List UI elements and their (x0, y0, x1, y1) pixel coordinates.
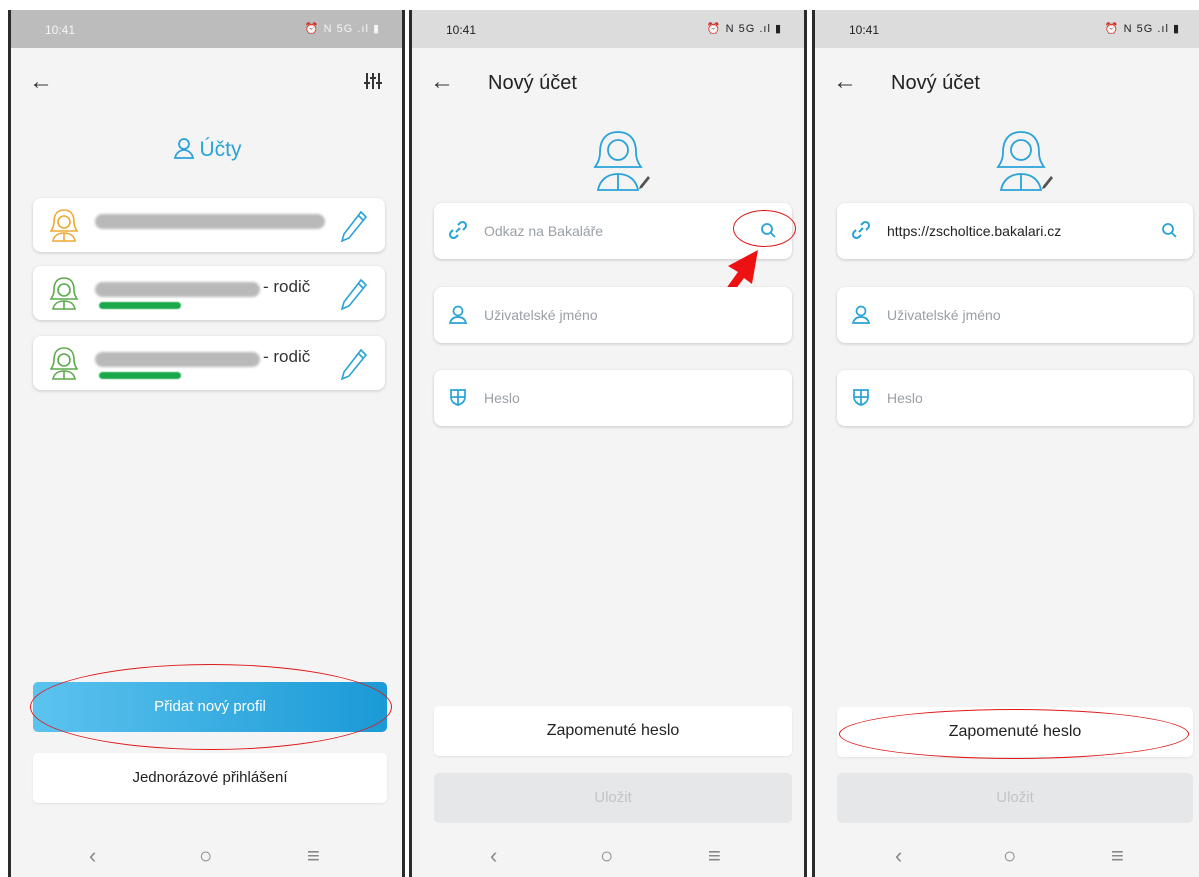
password-placeholder: Heslo (887, 390, 923, 406)
username-field[interactable]: Uživatelské jméno (434, 287, 792, 343)
avatar-icon[interactable] (588, 128, 654, 199)
blurred-account-name (95, 352, 260, 367)
edit-pencil-icon[interactable] (341, 348, 367, 380)
new-account-screen-filled: 10:41 ⏰ N 5G .ıl ▮ ← Nový účet https://z… (812, 10, 1199, 877)
password-field[interactable]: Heslo (434, 370, 792, 426)
url-field-placeholder: Odkaz na Bakaláře (484, 223, 604, 239)
username-field[interactable]: Uživatelské jméno (837, 287, 1193, 343)
search-icon[interactable] (1161, 222, 1177, 238)
edit-pencil-icon[interactable] (341, 278, 367, 310)
shield-icon (450, 389, 466, 406)
system-navbar: ‹ ○ ≡ (11, 839, 402, 877)
blurred-school-bar (99, 372, 181, 379)
nav-home-icon[interactable]: ○ (600, 843, 613, 869)
edit-pencil-icon[interactable] (341, 210, 367, 242)
annotation-ellipse (733, 210, 796, 247)
link-icon (448, 220, 468, 240)
save-button[interactable]: Uložit (837, 773, 1193, 823)
avatar-icon (49, 347, 79, 380)
sliders-icon[interactable] (364, 72, 382, 95)
username-placeholder: Uživatelské jméno (887, 307, 1001, 323)
annotation-ellipse (30, 664, 392, 750)
page-title: Nový účet (488, 72, 577, 94)
status-icons: ⏰ N 5G .ıl ▮ (706, 23, 782, 35)
account-card[interactable] (33, 198, 385, 252)
user-icon (851, 305, 871, 324)
blurred-account-name (95, 282, 260, 297)
link-icon (851, 220, 871, 240)
shield-icon (853, 389, 869, 406)
blurred-school-bar (99, 302, 181, 309)
account-card[interactable]: - rodič (33, 336, 385, 390)
account-role: - rodič (263, 277, 311, 296)
accounts-screen: 10:41 ⏰ N 5G .ıl ▮ ← Účty - rodič - rodi… (8, 10, 405, 877)
new-account-screen: 10:41 ⏰ N 5G .ıl ▮ ← Nový účet Odkaz na … (409, 10, 807, 877)
annotation-ellipse (839, 709, 1189, 759)
forgot-password-button[interactable]: Zapomenuté heslo (434, 706, 792, 756)
status-icons: ⏰ N 5G .ıl ▮ (1104, 23, 1180, 35)
page-title-text: Účty (199, 138, 242, 161)
page-title: Nový účet (891, 72, 980, 94)
back-arrow-icon[interactable]: ← (833, 70, 857, 94)
nav-menu-icon[interactable]: ≡ (1111, 843, 1124, 869)
nav-back-icon[interactable]: ‹ (490, 843, 497, 869)
nav-home-icon[interactable]: ○ (199, 843, 212, 869)
system-navbar: ‹ ○ ≡ (815, 839, 1199, 877)
nav-menu-icon[interactable]: ≡ (708, 843, 721, 869)
blurred-account-name (95, 214, 325, 229)
one-time-login-button[interactable]: Jednorázové přihlášení (33, 753, 387, 803)
username-placeholder: Uživatelské jméno (484, 307, 598, 323)
status-bar: 10:41 ⏰ N 5G .ıl ▮ (815, 10, 1199, 48)
status-time: 10:41 (849, 23, 880, 37)
page-title: Účty (11, 136, 402, 162)
nav-menu-icon[interactable]: ≡ (307, 843, 320, 869)
password-placeholder: Heslo (484, 390, 520, 406)
status-time: 10:41 (446, 23, 477, 37)
nav-home-icon[interactable]: ○ (1003, 843, 1016, 869)
password-field[interactable]: Heslo (837, 370, 1193, 426)
back-arrow-icon[interactable]: ← (430, 70, 454, 94)
avatar-icon (49, 209, 79, 242)
account-role: - rodič (263, 347, 311, 366)
avatar-icon (49, 277, 79, 310)
status-icons: ⏰ N 5G .ıl ▮ (304, 23, 380, 35)
nav-back-icon[interactable]: ‹ (89, 843, 96, 869)
nav-back-icon[interactable]: ‹ (895, 843, 902, 869)
user-icon (448, 305, 468, 324)
status-bar: 10:41 ⏰ N 5G .ıl ▮ (11, 10, 402, 48)
save-button[interactable]: Uložit (434, 773, 792, 823)
status-bar: 10:41 ⏰ N 5G .ıl ▮ (412, 10, 804, 48)
status-time: 10:41 (45, 23, 76, 37)
avatar-icon[interactable] (991, 128, 1057, 199)
url-field-value: https://zscholtice.bakalari.cz (887, 223, 1062, 239)
user-icon (173, 138, 194, 159)
url-field[interactable]: https://zscholtice.bakalari.cz (837, 203, 1193, 259)
back-arrow-icon[interactable]: ← (29, 70, 53, 94)
system-navbar: ‹ ○ ≡ (412, 839, 804, 877)
account-card[interactable]: - rodič (33, 266, 385, 320)
